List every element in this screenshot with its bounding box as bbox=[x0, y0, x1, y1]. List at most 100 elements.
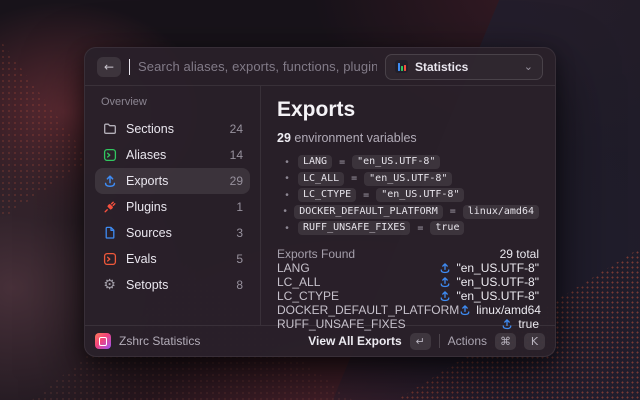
env-name-chip: LC_ALL bbox=[298, 172, 344, 186]
sidebar-item-plugins[interactable]: Plugins 1 bbox=[95, 194, 250, 220]
divider bbox=[439, 334, 440, 348]
env-value-chip: true bbox=[430, 221, 464, 235]
file-icon bbox=[102, 226, 117, 241]
table-header: Exports Found 29 total bbox=[277, 247, 539, 261]
enter-key-badge[interactable]: ↵ bbox=[410, 333, 431, 350]
env-name-chip: RUFF_UNSAFE_FIXES bbox=[298, 221, 410, 235]
app-name: Zshrc Statistics bbox=[119, 334, 300, 348]
env-value-chip: "en_US.UTF-8" bbox=[376, 188, 464, 202]
export-value: "en_US.UTF-8" bbox=[439, 261, 539, 275]
export-name: DOCKER_DEFAULT_PLATFORM bbox=[277, 303, 459, 317]
sidebar-item-aliases[interactable]: Aliases 14 bbox=[95, 142, 250, 168]
chevron-down-icon: ⌄ bbox=[524, 61, 533, 72]
env-value-chip: "en_US.UTF-8" bbox=[364, 172, 452, 186]
env-var-row: • RUFF_UNSAFE_FIXES = true bbox=[283, 220, 539, 237]
table-row[interactable]: DOCKER_DEFAULT_PLATFORM linux/amd64 bbox=[277, 303, 539, 317]
action-bar: Zshrc Statistics View All Exports ↵ Acti… bbox=[85, 325, 555, 356]
env-name-chip: DOCKER_DEFAULT_PLATFORM bbox=[294, 205, 442, 219]
sidebar-item-count: 1 bbox=[236, 200, 243, 214]
sidebar-item-exports[interactable]: Exports 29 bbox=[95, 168, 250, 194]
env-var-list: • LANG = "en_US.UTF-8" • LC_ALL = "en_US… bbox=[277, 154, 539, 237]
env-var-row: • LC_CTYPE = "en_US.UTF-8" bbox=[283, 187, 539, 204]
sidebar-item-sections[interactable]: Sections 24 bbox=[95, 116, 250, 142]
sidebar-item-setopts[interactable]: ⚙ Setopts 8 bbox=[95, 272, 250, 298]
terminal-icon bbox=[102, 252, 117, 267]
export-value: "en_US.UTF-8" bbox=[439, 275, 539, 289]
sidebar: Overview Sections 24 Aliases 14 bbox=[85, 86, 261, 325]
bullet: • bbox=[283, 223, 291, 234]
view-all-exports-button[interactable]: View All Exports bbox=[308, 334, 401, 348]
env-var-row: • LANG = "en_US.UTF-8" bbox=[283, 154, 539, 171]
launcher-window: ← Search aliases, exports, functions, pl… bbox=[84, 47, 556, 357]
equals-sign: = bbox=[417, 223, 423, 234]
upload-icon bbox=[439, 276, 451, 288]
sidebar-item-label: Setopts bbox=[126, 278, 227, 292]
search-bar: ← Search aliases, exports, functions, pl… bbox=[85, 48, 555, 86]
actions-button[interactable]: Actions bbox=[448, 334, 487, 348]
search-input[interactable]: Search aliases, exports, functions, plug… bbox=[138, 59, 377, 74]
export-value: "en_US.UTF-8" bbox=[439, 289, 539, 303]
sidebar-item-label: Sources bbox=[126, 226, 227, 240]
cmd-key-badge[interactable]: ⌘ bbox=[495, 333, 516, 350]
env-var-row: • DOCKER_DEFAULT_PLATFORM = linux/amd64 bbox=[283, 204, 539, 221]
sidebar-item-label: Exports bbox=[126, 174, 221, 188]
sidebar-item-label: Plugins bbox=[126, 200, 227, 214]
bullet: • bbox=[283, 190, 291, 201]
folder-icon bbox=[102, 122, 117, 137]
desktop: ← Search aliases, exports, functions, pl… bbox=[0, 0, 640, 400]
window-body: Overview Sections 24 Aliases 14 bbox=[85, 86, 555, 325]
env-var-row: • LC_ALL = "en_US.UTF-8" bbox=[283, 171, 539, 188]
mode-dropdown[interactable]: Statistics ⌄ bbox=[385, 54, 543, 80]
bullet: • bbox=[283, 157, 291, 168]
upload-icon bbox=[439, 290, 451, 302]
env-value-chip: linux/amd64 bbox=[463, 205, 539, 219]
subtitle: 29 environment variables bbox=[277, 131, 539, 145]
table-total: 29 total bbox=[500, 247, 539, 261]
table-row[interactable]: LANG "en_US.UTF-8" bbox=[277, 261, 539, 275]
sidebar-item-sources[interactable]: Sources 3 bbox=[95, 220, 250, 246]
back-button[interactable]: ← bbox=[97, 57, 121, 77]
equals-sign: = bbox=[363, 190, 369, 201]
env-name-chip: LC_CTYPE bbox=[298, 188, 356, 202]
k-key-badge[interactable]: K bbox=[524, 333, 545, 350]
bar-chart-icon bbox=[395, 60, 408, 73]
sidebar-item-count: 14 bbox=[230, 148, 243, 162]
table-header-label: Exports Found bbox=[277, 247, 355, 261]
table-row[interactable]: LC_ALL "en_US.UTF-8" bbox=[277, 275, 539, 289]
sidebar-item-count: 24 bbox=[230, 122, 243, 136]
upload-icon bbox=[102, 174, 117, 189]
table-row[interactable]: LC_CTYPE "en_US.UTF-8" bbox=[277, 289, 539, 303]
sidebar-item-count: 5 bbox=[236, 252, 243, 266]
export-name: LC_CTYPE bbox=[277, 289, 339, 303]
sidebar-item-count: 8 bbox=[236, 278, 243, 292]
bullet: • bbox=[283, 173, 291, 184]
upload-icon bbox=[459, 304, 471, 316]
equals-sign: = bbox=[450, 206, 456, 217]
export-name: LC_ALL bbox=[277, 275, 320, 289]
equals-sign: = bbox=[339, 157, 345, 168]
env-value-chip: "en_US.UTF-8" bbox=[352, 155, 440, 169]
app-icon bbox=[95, 333, 111, 349]
bullet: • bbox=[283, 206, 287, 217]
text-cursor bbox=[129, 59, 130, 75]
sidebar-item-label: Aliases bbox=[126, 148, 221, 162]
export-value: linux/amd64 bbox=[459, 303, 541, 317]
gear-icon: ⚙ bbox=[102, 278, 117, 293]
upload-icon bbox=[439, 262, 451, 274]
terminal-icon bbox=[102, 148, 117, 163]
page-title: Exports bbox=[277, 98, 539, 122]
sidebar-item-label: Sections bbox=[126, 122, 221, 136]
sidebar-item-evals[interactable]: Evals 5 bbox=[95, 246, 250, 272]
export-name: LANG bbox=[277, 261, 310, 275]
equals-sign: = bbox=[351, 173, 357, 184]
sidebar-item-count: 3 bbox=[236, 226, 243, 240]
detail-panel: Exports 29 environment variables • LANG … bbox=[261, 86, 555, 325]
env-count: 29 bbox=[277, 131, 291, 145]
plug-icon bbox=[102, 200, 117, 215]
subtitle-text: environment variables bbox=[294, 131, 416, 145]
env-name-chip: LANG bbox=[298, 155, 332, 169]
sidebar-section-header: Overview bbox=[101, 96, 244, 108]
sidebar-item-label: Evals bbox=[126, 252, 227, 266]
sidebar-item-count: 29 bbox=[230, 174, 243, 188]
mode-dropdown-label: Statistics bbox=[415, 60, 517, 74]
